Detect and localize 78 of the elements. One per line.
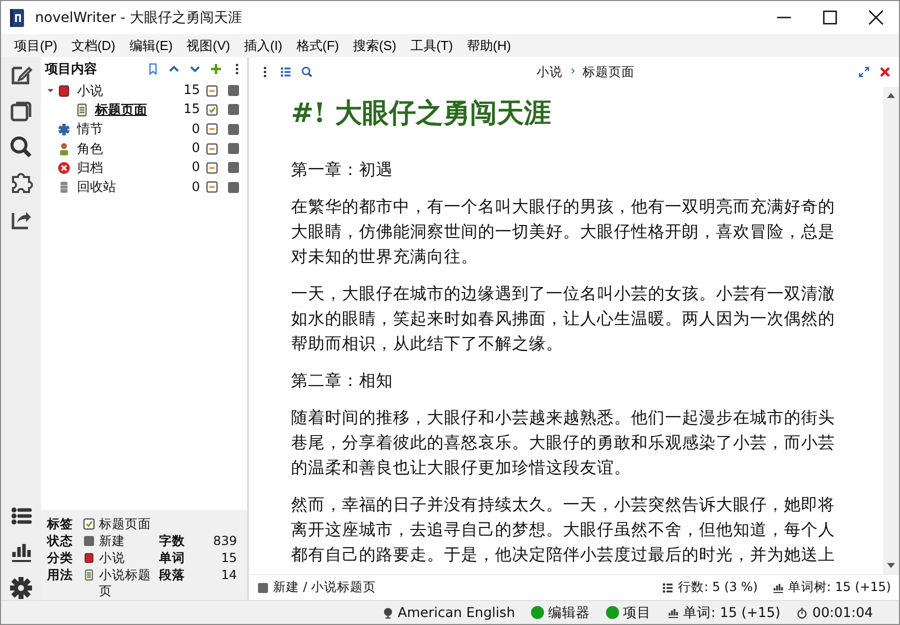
paragraph: 一天，大眼仔在城市的边缘遇到了一位名叫小芸的女孩。小芸有一双清澈如水的眼睛，笑起来时如春风拂面，让人心生温暖。两人因为一次偶然的帮助而相识，从此结下了不解之缘。 bbox=[291, 283, 836, 355]
book-icon bbox=[83, 552, 95, 564]
square-icon bbox=[257, 582, 269, 594]
book-icon bbox=[57, 84, 71, 98]
status-label: 项目 bbox=[623, 604, 652, 622]
detail-value: 小说标题页 bbox=[99, 567, 152, 599]
status-label: 编辑器 bbox=[548, 604, 590, 622]
tree-item[interactable]: 标题页面 15 bbox=[41, 100, 247, 120]
menu-item[interactable]: 工具(T) bbox=[403, 36, 460, 54]
status-square bbox=[228, 182, 239, 193]
word-count: 单词: 15 (+15) bbox=[683, 604, 780, 622]
add-icon[interactable] bbox=[210, 63, 222, 75]
breadcrumb-item: 标题页面 bbox=[582, 64, 634, 80]
list-icon[interactable] bbox=[280, 66, 292, 78]
detail-label: 用法 bbox=[47, 567, 74, 584]
menu-item[interactable]: 视图(V) bbox=[180, 36, 238, 54]
session-time: 00:01:04 bbox=[812, 604, 873, 620]
paragraph: 在繁华的都市中，有一个名叫大眼仔的男孩，他有一双明亮而充满好奇的大眼睛，仿佛能洞察世间的一切美好。大眼仔性格开朗，喜欢冒险，总是对未知的世界充满向往。 bbox=[291, 196, 836, 268]
expand-icon[interactable] bbox=[858, 66, 870, 78]
document-icon bbox=[83, 569, 95, 581]
tree-item[interactable]: 情节 0 bbox=[41, 120, 247, 139]
menu-item[interactable]: 编辑(E) bbox=[122, 36, 180, 54]
paragraph: 第二章：相知 bbox=[291, 370, 394, 392]
stat-label: 单词 bbox=[159, 550, 186, 567]
search-icon[interactable] bbox=[9, 135, 33, 159]
stat-label: 段落 bbox=[159, 567, 186, 584]
status-square bbox=[228, 104, 239, 116]
detail-label: 标签 bbox=[47, 516, 74, 533]
menu-item[interactable]: 文档(D) bbox=[64, 36, 122, 54]
tree-item[interactable]: 小说 15 bbox=[41, 81, 247, 100]
detail-value: 标题页面 bbox=[99, 516, 152, 533]
paragraph: 然而，幸福的日子并没有持续太久。一天，小芸突然告诉大眼仔，她即将离开这座城市，去追寻自己的梦想。大眼仔虽然不舍，但他知道，每个人都有自己的路要走。于是，他决定陪伴小芸度过最后的时光，并为她送上 bbox=[291, 494, 836, 566]
tree-item[interactable]: 归档 0 bbox=[41, 158, 247, 178]
window-title: novelWriter - 大眼仔之勇闯天涯 bbox=[35, 8, 243, 26]
person-icon bbox=[57, 142, 71, 156]
paragraph: 第一章：初遇 bbox=[291, 159, 394, 181]
menu-item[interactable]: 项目(P) bbox=[7, 36, 64, 54]
menu-item[interactable]: 帮助(H) bbox=[460, 36, 518, 54]
detail-label: 分类 bbox=[47, 550, 74, 567]
detail-value: 新建 bbox=[99, 533, 126, 550]
line-count: 行数: 5 (3 %) bbox=[678, 579, 758, 596]
detail-value: 小说 bbox=[99, 550, 126, 567]
pages-icon[interactable] bbox=[9, 99, 33, 123]
menu-item[interactable]: 插入(I) bbox=[237, 36, 290, 54]
stat-value: 15 bbox=[220, 550, 238, 567]
chart-icon bbox=[667, 606, 680, 618]
document-icon bbox=[75, 102, 89, 117]
word-count: 单词树: 15 (+15) bbox=[788, 579, 891, 596]
menu-item[interactable]: 搜索(S) bbox=[346, 36, 404, 54]
status-square bbox=[228, 85, 239, 96]
checkbox-icon bbox=[83, 518, 95, 530]
scrollbar[interactable] bbox=[883, 87, 899, 574]
status-square bbox=[228, 124, 239, 135]
stat-label: 字数 bbox=[159, 533, 186, 550]
square-icon bbox=[83, 535, 95, 547]
menu-item[interactable]: 格式(F) bbox=[289, 36, 346, 54]
document-path: 新建 / 小说标题页 bbox=[273, 579, 376, 596]
breadcrumb-item: 小说 bbox=[536, 64, 562, 80]
tree-item[interactable]: 角色 0 bbox=[41, 138, 247, 158]
bookmark-icon[interactable] bbox=[147, 63, 159, 75]
app-logo bbox=[9, 8, 25, 26]
detail-label: 状态 bbox=[47, 533, 74, 550]
status-square bbox=[228, 143, 239, 154]
search-icon[interactable] bbox=[301, 66, 313, 78]
scroll-up-icon[interactable] bbox=[887, 93, 895, 98]
chart-icon bbox=[772, 582, 784, 594]
stopwatch-icon bbox=[796, 606, 808, 618]
tree-item[interactable]: 回收站 0 bbox=[41, 177, 247, 197]
document-title: #! 大眼仔之勇闯天涯 bbox=[291, 97, 552, 131]
status-square bbox=[228, 162, 239, 174]
panel-title: 项目内容 bbox=[45, 60, 98, 78]
language-label: American English bbox=[398, 604, 516, 620]
stat-value: 14 bbox=[220, 567, 238, 584]
stat-value: 839 bbox=[212, 533, 238, 550]
scroll-down-icon[interactable] bbox=[887, 563, 895, 568]
paragraph: 随着时间的推移，大眼仔和小芸越来越熟悉。他们一起漫步在城市的街头巷尾，分享着彼此的喜怒哀乐。大眼仔的勇敢和乐观感染了小芸，而小芸的温柔和善良也让大眼仔更加珍惜这段友谊。 bbox=[291, 407, 836, 479]
error-icon bbox=[57, 160, 71, 175]
list-icon bbox=[662, 582, 674, 594]
